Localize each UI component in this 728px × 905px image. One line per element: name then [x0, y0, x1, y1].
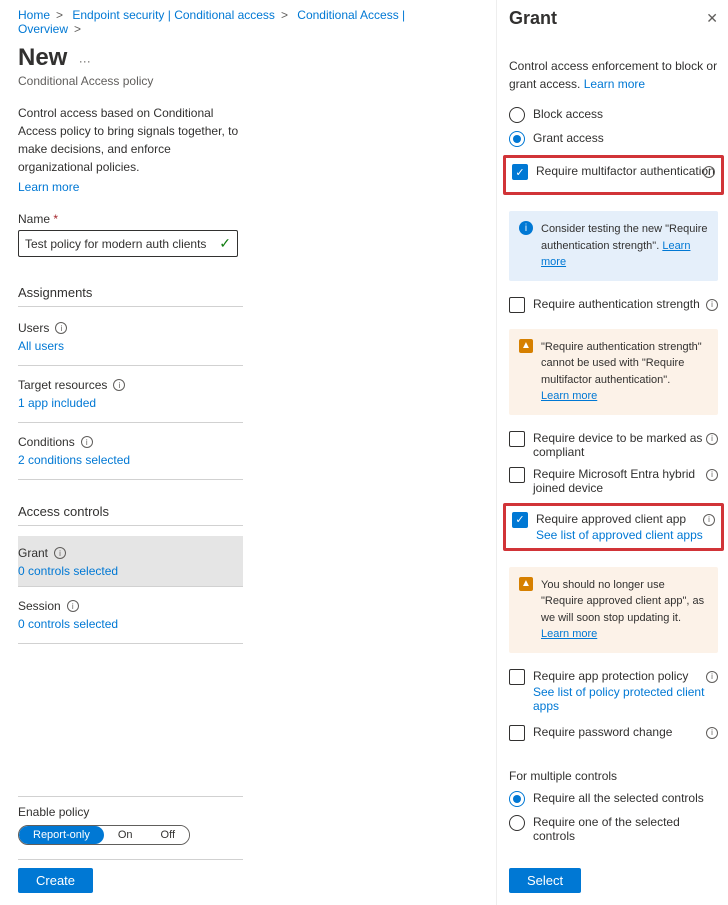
panel-description: Control access enforcement to block or g… — [509, 57, 718, 93]
info-icon[interactable]: i — [706, 433, 718, 445]
target-row: Target resources i — [18, 374, 462, 394]
checkbox-password-change[interactable]: Require password change i — [509, 725, 718, 741]
info-icon[interactable]: i — [703, 514, 715, 526]
info-fill-icon: i — [519, 221, 533, 235]
enable-policy-label: Enable policy — [18, 805, 243, 819]
info-icon[interactable]: i — [54, 547, 66, 559]
radio-require-one[interactable]: Require one of the selected controls — [509, 815, 718, 843]
panel-title: Grant — [509, 8, 557, 29]
page-title: New — [18, 44, 67, 72]
grant-panel: Grant ✕ Control access enforcement to bl… — [496, 0, 728, 905]
highlight-mfa: ✓ Require multifactor authentication i — [503, 155, 724, 195]
info-icon[interactable]: i — [703, 166, 715, 178]
radio-require-all[interactable]: Require all the selected controls — [509, 791, 718, 807]
users-row: Users i — [18, 317, 462, 337]
session-link[interactable]: 0 controls selected — [18, 615, 462, 643]
toggle-on[interactable]: On — [104, 826, 147, 844]
users-link[interactable]: All users — [18, 337, 462, 365]
more-icon[interactable]: ··· — [79, 54, 91, 68]
check-icon: ✓ — [219, 235, 231, 252]
panel-learn-more[interactable]: Learn more — [584, 77, 645, 91]
info-icon[interactable]: i — [706, 299, 718, 311]
learn-more-link[interactable]: Learn more — [541, 388, 708, 405]
toggle-off[interactable]: Off — [147, 826, 189, 844]
target-link[interactable]: 1 app included — [18, 394, 462, 422]
page-description: Control access based on Conditional Acce… — [18, 104, 248, 176]
approved-apps-link[interactable]: See list of approved client apps — [536, 528, 715, 542]
select-button[interactable]: Select — [509, 868, 581, 893]
breadcrumb: Home> Endpoint security | Conditional ac… — [18, 8, 462, 36]
enable-policy-toggle[interactable]: Report-only On Off — [18, 825, 190, 845]
info-icon[interactable]: i — [55, 322, 67, 334]
close-icon[interactable]: ✕ — [706, 10, 718, 27]
assignments-header: Assignments — [18, 279, 462, 300]
warn-icon: ▲ — [519, 339, 533, 353]
info-icon[interactable]: i — [81, 436, 93, 448]
checkbox-auth-strength[interactable]: Require authentication strength i — [509, 297, 718, 313]
highlight-approved-app: ✓ Require approved client app See list o… — [503, 503, 724, 551]
page-subtitle: Conditional Access policy — [18, 74, 462, 88]
callout-approved-deprecated: ▲ You should no longer use "Require appr… — [509, 567, 718, 653]
grant-row-selected[interactable]: Grant i 0 controls selected — [18, 536, 243, 586]
breadcrumb-home[interactable]: Home — [18, 8, 50, 22]
radio-block-access[interactable]: Block access — [509, 107, 718, 123]
info-icon[interactable]: i — [706, 469, 718, 481]
info-icon[interactable]: i — [113, 379, 125, 391]
name-label: Name * — [18, 212, 462, 226]
access-controls-header: Access controls — [18, 498, 462, 519]
checkbox-mfa[interactable]: ✓ Require multifactor authentication i — [512, 164, 715, 180]
checkbox-hybrid-joined[interactable]: Require Microsoft Entra hybrid joined de… — [509, 467, 718, 495]
checkbox-app-protection[interactable]: Require app protection policy See list o… — [509, 669, 718, 713]
checkbox-approved-app[interactable]: ✓ Require approved client app See list o… — [512, 512, 715, 542]
breadcrumb-endpoint[interactable]: Endpoint security | Conditional access — [72, 8, 275, 22]
conditions-link[interactable]: 2 conditions selected — [18, 451, 462, 479]
app-protection-link[interactable]: See list of policy protected client apps — [533, 685, 718, 713]
callout-auth-strength-promo: i Consider testing the new "Require auth… — [509, 211, 718, 281]
name-input[interactable]: Test policy for modern auth clients ✓ — [18, 230, 238, 257]
grant-link[interactable]: 0 controls selected — [18, 562, 243, 580]
bottom-bar: Enable policy Report-only On Off Create — [18, 796, 243, 893]
info-icon[interactable]: i — [706, 671, 718, 683]
learn-more-link[interactable]: Learn more — [541, 626, 708, 643]
conditions-row: Conditions i — [18, 431, 462, 451]
session-row: Session i — [18, 595, 462, 615]
info-icon[interactable]: i — [67, 600, 79, 612]
create-button[interactable]: Create — [18, 868, 93, 893]
warn-icon: ▲ — [519, 577, 533, 591]
checkbox-compliant-device[interactable]: Require device to be marked as compliant… — [509, 431, 718, 459]
radio-grant-access[interactable]: Grant access — [509, 131, 718, 147]
callout-auth-strength-conflict: ▲ "Require authentication strength" cann… — [509, 329, 718, 415]
policy-form: Home> Endpoint security | Conditional ac… — [0, 0, 480, 905]
learn-more-link[interactable]: Learn more — [18, 180, 462, 194]
info-icon[interactable]: i — [706, 727, 718, 739]
multi-controls-label: For multiple controls — [509, 769, 718, 783]
toggle-report-only[interactable]: Report-only — [19, 826, 104, 844]
